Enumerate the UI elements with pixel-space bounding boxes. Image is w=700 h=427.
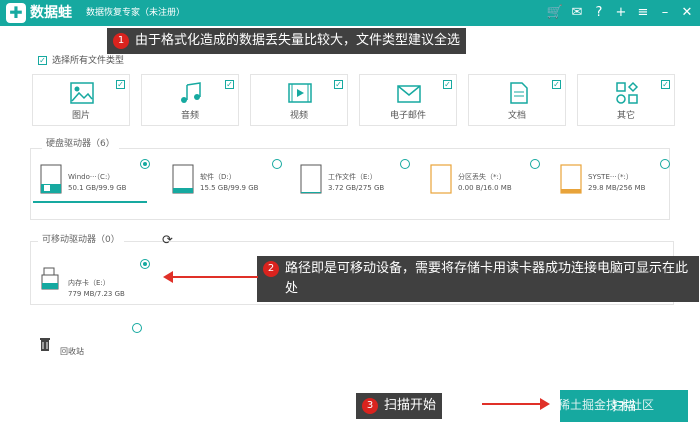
drive-item-c[interactable]: Windo···（C:） 50.1 GB/99.9 GB — [32, 158, 152, 206]
drive-size: 779 MB/7.23 GB — [68, 290, 125, 298]
drive-name: 工作文件（E:） — [328, 173, 377, 181]
filetype-checkbox[interactable]: ✓ — [661, 80, 670, 89]
drive-size: 50.1 GB/99.9 GB — [68, 184, 127, 192]
windows-drive-icon — [40, 164, 62, 194]
removable-drive-title: 可移动驱动器（0） — [38, 234, 124, 246]
system-partition-icon — [560, 164, 582, 194]
callout-number: 1 — [113, 33, 129, 49]
trash-icon[interactable] — [39, 337, 51, 351]
drive-radio[interactable] — [272, 159, 282, 169]
title-bar: ✚ 数据蛙 数据恢复专家（未注册） 🛒 ✉ ? + ≡ – ✕ — [0, 0, 700, 26]
drive-name: 分区丢失（*:） — [458, 173, 506, 181]
drive-radio[interactable] — [400, 159, 410, 169]
filetype-label: 电子邮件 — [389, 111, 426, 121]
email-icon — [397, 85, 421, 103]
drive-size: 3.72 GB/275 GB — [328, 184, 385, 192]
app-subtitle: 数据恢复专家（未注册） — [86, 8, 186, 18]
video-icon — [288, 83, 312, 103]
drive-selected-indicator — [33, 201, 147, 203]
drive-item-e[interactable]: 工作文件（E:） 3.72 GB/275 GB — [292, 158, 412, 206]
callout-3-arrowhead — [540, 398, 550, 410]
filetype-label: 其它 — [616, 111, 635, 121]
callout-number: 2 — [263, 261, 279, 277]
drive-name: Windo···（C:） — [68, 173, 115, 181]
select-all-label: 选择所有文件类型 — [52, 56, 125, 66]
drive-name: 内存卡（E:） — [68, 279, 110, 287]
filetype-card-video[interactable]: ✓ 视频 — [250, 74, 348, 126]
app-name: 数据蛙 — [30, 5, 72, 21]
lost-partition-icon — [430, 164, 452, 194]
other-icon — [616, 81, 639, 104]
select-all-checkbox[interactable]: ✓ — [38, 56, 47, 65]
callout-2-arrowhead — [163, 271, 173, 283]
watermark: @稀土掘金技术社区 — [546, 398, 655, 412]
document-icon — [510, 82, 528, 104]
app-logo-icon: ✚ — [6, 3, 26, 23]
drive-radio[interactable] — [140, 259, 150, 269]
filetype-checkbox[interactable]: ✓ — [116, 80, 125, 89]
recycle-bin-radio[interactable] — [132, 323, 142, 333]
callout-text: 由于格式化造成的数据丢失量比较大，文件类型建议全选 — [135, 33, 461, 48]
help-icon[interactable]: ? — [590, 2, 608, 24]
callout-number: 3 — [362, 398, 378, 414]
cart-icon[interactable]: 🛒 — [546, 2, 564, 24]
drive-item-system[interactable]: SYSTE···（*:） 29.8 MB/256 MB — [552, 158, 672, 206]
filetype-label: 音频 — [180, 111, 199, 121]
menu-icon[interactable]: ≡ — [634, 2, 652, 24]
hard-drive-title: 硬盘驱动器（6） — [42, 138, 119, 150]
filetype-checkbox[interactable]: ✓ — [443, 80, 452, 89]
drive-size: 15.5 GB/99.9 GB — [200, 184, 259, 192]
callout-2: 2 路径即是可移动设备，需要将存储卡用读卡器成功连接电脑可显示在此处 — [257, 256, 699, 302]
filetype-label: 图片 — [71, 111, 90, 121]
filetype-checkbox[interactable]: ✓ — [552, 80, 561, 89]
mail-icon[interactable]: ✉ — [568, 2, 586, 24]
filetype-card-image[interactable]: ✓ 图片 — [32, 74, 130, 126]
recycle-bin-label: 回收站 — [60, 347, 84, 356]
filetype-label: 文档 — [507, 111, 526, 121]
filetype-checkbox[interactable]: ✓ — [225, 80, 234, 89]
plus-icon[interactable]: + — [612, 2, 630, 24]
filetype-card-document[interactable]: ✓ 文档 — [468, 74, 566, 126]
drive-radio[interactable] — [140, 159, 150, 169]
drive-icon — [172, 164, 194, 194]
callout-text: 路径即是可移动设备，需要将存储卡用读卡器成功连接电脑可显示在此处 — [285, 261, 689, 296]
drive-item-lost[interactable]: 分区丢失（*:） 0.00 B/16.0 MB — [422, 158, 542, 206]
callout-2-arrow — [170, 276, 258, 278]
minimize-icon[interactable]: – — [656, 2, 674, 24]
callout-3: 3 扫描开始 — [356, 393, 443, 419]
filetype-label: 视频 — [289, 111, 308, 121]
filetype-card-other[interactable]: ✓ 其它 — [577, 74, 675, 126]
drive-size: 29.8 MB/256 MB — [588, 184, 646, 192]
filetype-card-audio[interactable]: ✓ 音频 — [141, 74, 239, 126]
callout-3-arrow — [482, 403, 542, 405]
drive-radio[interactable] — [530, 159, 540, 169]
drive-item-d[interactable]: 软件（D:） 15.5 GB/99.9 GB — [164, 158, 284, 206]
refresh-icon[interactable]: ⟳ — [162, 233, 173, 248]
image-icon — [70, 82, 94, 104]
drive-icon — [300, 164, 322, 194]
usb-drive-icon — [41, 267, 59, 290]
drive-radio[interactable] — [660, 159, 670, 169]
callout-text: 扫描开始 — [384, 398, 437, 413]
filetype-card-email[interactable]: ✓ 电子邮件 — [359, 74, 457, 126]
drive-name: SYSTE···（*:） — [588, 173, 633, 181]
callout-1: 1 由于格式化造成的数据丢失量比较大，文件类型建议全选 — [107, 28, 467, 54]
drive-size: 0.00 B/16.0 MB — [458, 184, 512, 192]
drive-name: 软件（D:） — [200, 173, 236, 181]
music-icon — [181, 82, 201, 103]
close-icon[interactable]: ✕ — [678, 2, 696, 24]
drive-item-memory-card[interactable]: 内存卡（E:） 779 MB/7.23 GB — [32, 258, 152, 306]
filetype-checkbox[interactable]: ✓ — [334, 80, 343, 89]
